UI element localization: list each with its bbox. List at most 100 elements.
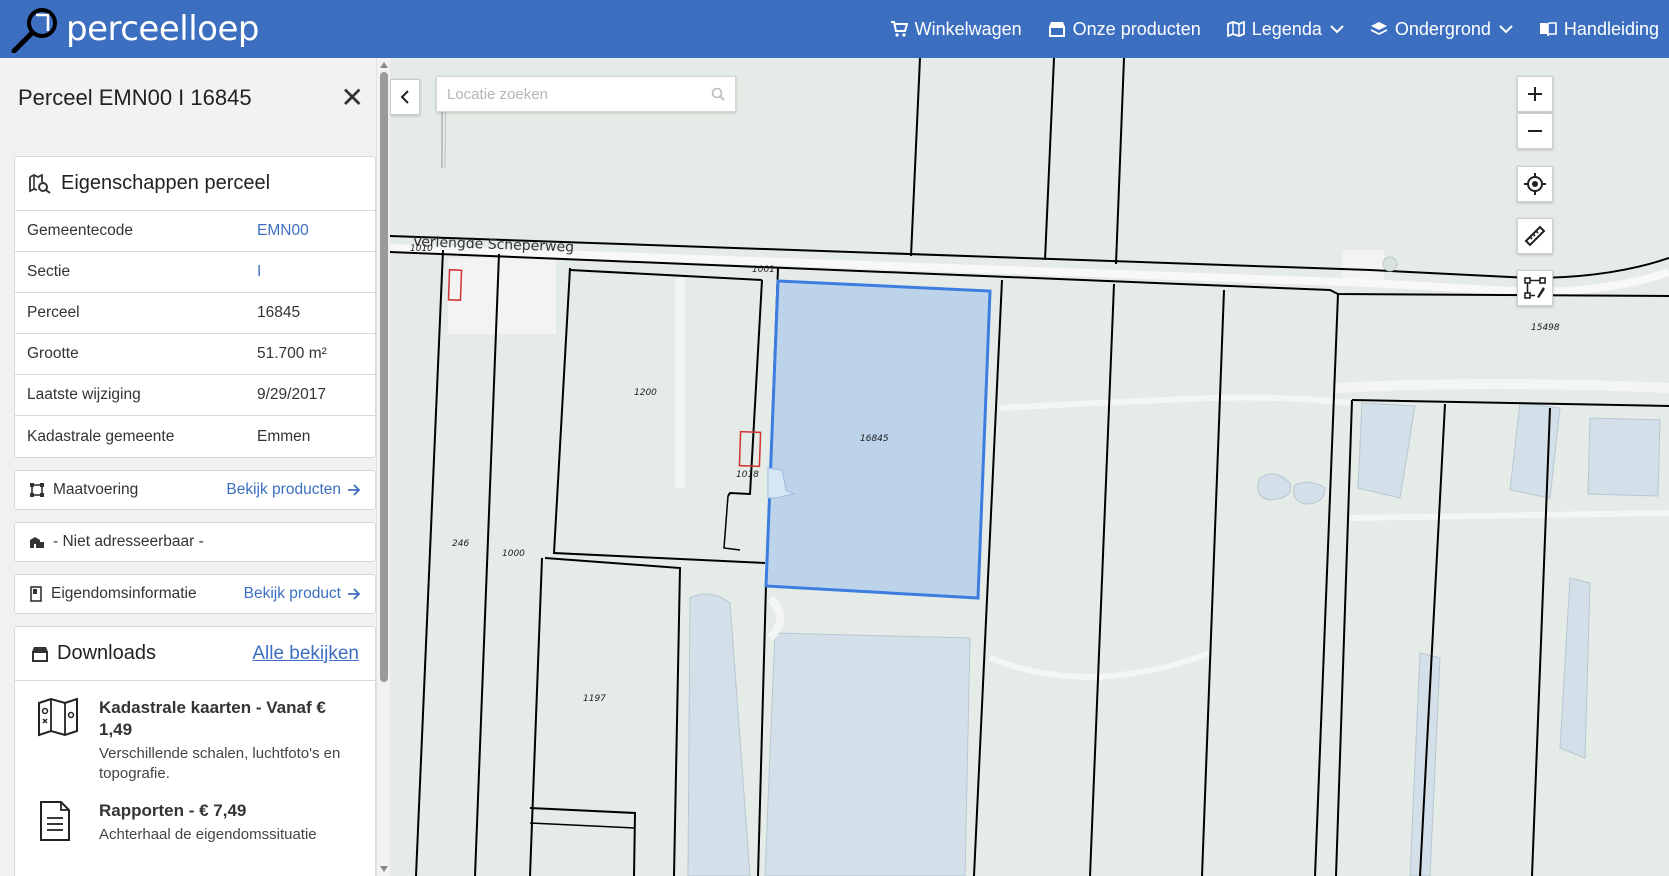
chevron-down-icon [1499, 25, 1513, 34]
bekijk-product-link[interactable]: Bekijk product [244, 585, 361, 603]
plot-label: 1001 [752, 265, 775, 275]
minus-icon [1528, 130, 1542, 132]
sectie-link[interactable]: I [257, 263, 261, 281]
nav-legenda[interactable]: Legenda [1226, 18, 1344, 40]
download-item-rapporten[interactable]: Rapporten - € 7,49 Achterhaal de eigendo… [15, 784, 375, 847]
store-icon [32, 646, 48, 662]
main-nav: Winkelwagen Onze producten Legenda Onder… [864, 0, 1659, 58]
cadastral-map[interactable] [390, 58, 1669, 876]
prop-row-grootte: Grootte 51.700 m² [15, 334, 375, 375]
plot-label: 1010 [410, 244, 433, 254]
draw-area-button[interactable] [1517, 270, 1553, 306]
plot-label: 1018 [736, 470, 759, 480]
plot-label: 246 [452, 539, 470, 549]
address-label: - Niet adresseerbaar - [53, 533, 204, 550]
nav-winkelwagen[interactable]: Winkelwagen [890, 19, 1022, 40]
link-text: Bekijk producten [226, 481, 341, 498]
download-text: Kadastrale kaarten - Vanaf € 1,49 Versch… [99, 697, 361, 784]
book-icon [30, 586, 42, 602]
properties-title: Eigenschappen perceel [61, 172, 271, 194]
nav-ondergrond[interactable]: Ondergrond [1370, 19, 1513, 40]
prop-key: Grootte [27, 345, 79, 362]
ruler-icon [1524, 225, 1546, 247]
prop-key: Laatste wijziging [27, 386, 141, 403]
brand-logo[interactable]: perceelloep [10, 0, 259, 58]
downloads-card: Downloads Alle bekijken Kadastrale kaart… [14, 626, 376, 876]
brand-name: perceelloep [66, 9, 259, 49]
prop-row-laatste-wijziging: Laatste wijziging 9/29/2017 [15, 375, 375, 416]
plot-label: 16845 [860, 434, 889, 444]
measure-button[interactable] [1517, 218, 1553, 254]
scroll-up-arrow[interactable] [380, 62, 388, 68]
nav-handleiding[interactable]: Handleiding [1539, 19, 1659, 40]
properties-heading: Eigenschappen perceel [15, 157, 375, 211]
map-view[interactable]: Verlengde Scheperweg 1010 1001 1200 1684… [390, 58, 1669, 876]
downloads-title: Downloads [57, 642, 156, 664]
alle-bekijken-link[interactable]: Alle bekijken [252, 643, 359, 665]
document-icon [37, 800, 83, 847]
download-name: Rapporten - € 7,49 [99, 801, 247, 820]
plot-label: 1200 [634, 388, 657, 398]
collapse-sidebar-button[interactable] [390, 79, 420, 115]
prop-value: Emmen [257, 427, 311, 445]
download-text: Rapporten - € 7,49 Achterhaal de eigendo… [99, 800, 317, 847]
location-search[interactable] [436, 76, 736, 112]
scroll-thumb[interactable] [380, 72, 388, 682]
address-card: - Niet adresseerbaar - [14, 522, 376, 562]
store-icon [1048, 22, 1065, 37]
prop-key: Sectie [27, 263, 71, 280]
download-desc: Achterhaal de eigendomssituatie [99, 826, 317, 843]
zoom-in-button[interactable] [1517, 76, 1553, 112]
chevron-down-icon [1330, 25, 1344, 34]
plus-icon [1528, 87, 1542, 101]
search-input[interactable] [447, 85, 711, 103]
dimensions-icon [30, 483, 44, 497]
eigendom-card: Eigendomsinformatie Bekijk product [14, 574, 376, 614]
map-icon [1226, 21, 1245, 37]
plot-label: 1000 [502, 549, 525, 559]
folded-map-icon [37, 697, 83, 784]
building-icon [30, 537, 44, 548]
locate-me-button[interactable] [1517, 166, 1553, 202]
bekijk-producten-link[interactable]: Bekijk producten [226, 481, 361, 499]
sidebar-scrollbar[interactable] [376, 58, 390, 876]
draw-polygon-icon [1524, 277, 1546, 299]
gemeentecode-link[interactable]: EMN00 [257, 222, 309, 240]
zoom-out-button[interactable] [1517, 113, 1553, 149]
crosshair-icon [1524, 173, 1546, 195]
plot-label: 1197 [583, 694, 606, 704]
eigendom-label: Eigendomsinformatie [51, 585, 197, 602]
prop-value: 16845 [257, 304, 301, 321]
properties-card: Eigenschappen perceel Gemeentecode EMN00… [14, 156, 376, 458]
cart-icon [890, 21, 908, 37]
search-icon[interactable] [711, 87, 725, 101]
arrow-right-icon [348, 588, 361, 600]
parcel-sidebar: Perceel EMN00 I 16845 ✕ Eigenschappen pe… [0, 58, 390, 876]
prop-value: 51.700 m² [257, 345, 327, 362]
scroll-down-arrow[interactable] [380, 866, 388, 872]
prop-row-sectie: Sectie I [15, 252, 375, 293]
map-search-icon [29, 173, 51, 194]
download-name: Kadastrale kaarten - Vanaf € 1,49 [99, 698, 326, 739]
prop-row-perceel: Perceel 16845 [15, 293, 375, 334]
layers-icon [1370, 22, 1388, 36]
prop-row-kadastrale-gemeente: Kadastrale gemeente Emmen [15, 416, 375, 457]
download-item-kaarten[interactable]: Kadastrale kaarten - Vanaf € 1,49 Versch… [15, 681, 375, 784]
magnifier-logo-icon [11, 8, 57, 53]
book-icon [1539, 22, 1557, 37]
nav-label: Legenda [1251, 18, 1322, 39]
nav-label: Onze producten [1072, 18, 1201, 39]
nav-label: Ondergrond [1394, 18, 1491, 39]
prop-key: Perceel [27, 304, 80, 321]
nav-onze-producten[interactable]: Onze producten [1048, 19, 1201, 40]
arrow-right-icon [348, 484, 361, 496]
download-desc: Verschillende schalen, luchtfoto's en to… [99, 745, 341, 782]
prop-value: 9/29/2017 [257, 386, 326, 403]
close-icon[interactable]: ✕ [341, 84, 364, 112]
maatvoering-card: Maatvoering Bekijk producten [14, 470, 376, 510]
page-title: Perceel EMN00 I 16845 [18, 85, 252, 110]
